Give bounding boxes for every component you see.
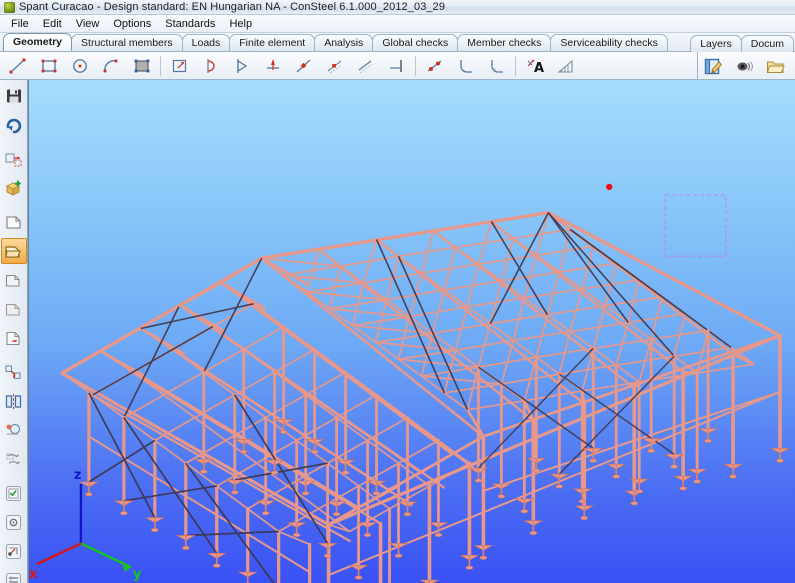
tab-member-checks[interactable]: Member checks bbox=[457, 34, 552, 51]
roof-lattice-right bbox=[261, 211, 755, 411]
tab-analysis[interactable]: Analysis bbox=[314, 34, 374, 51]
circle-tool[interactable] bbox=[65, 53, 94, 79]
mirror-half-tool[interactable] bbox=[196, 53, 225, 79]
wall-bracing-right bbox=[477, 347, 675, 475]
tab-geometry[interactable]: Geometry bbox=[3, 33, 73, 51]
3d-model-viewport[interactable]: z y x z y x 3D steel portal frame hall w… bbox=[28, 80, 795, 583]
tab-loads[interactable]: Loads bbox=[181, 34, 231, 51]
toolbar-separator-1 bbox=[160, 55, 161, 76]
view-selected-button[interactable] bbox=[0, 238, 27, 264]
dimension-tool[interactable] bbox=[551, 53, 580, 79]
undo-button[interactable] bbox=[1, 112, 27, 138]
mirror-tool[interactable] bbox=[227, 53, 256, 79]
toolbar-separator-2 bbox=[415, 55, 416, 76]
divide-tool[interactable] bbox=[420, 53, 449, 79]
trim-tool[interactable] bbox=[382, 53, 411, 79]
menu-item-view[interactable]: View bbox=[69, 17, 107, 31]
selection-rectangle bbox=[664, 194, 727, 257]
align-button[interactable] bbox=[1, 567, 27, 583]
chamfer-tool[interactable] bbox=[482, 53, 511, 79]
open-folder-icon[interactable] bbox=[761, 53, 790, 79]
check-list-button[interactable] bbox=[1, 480, 27, 506]
view-hidden-button[interactable] bbox=[1, 296, 27, 322]
dock-toolbar bbox=[697, 52, 795, 80]
rotate-tool[interactable] bbox=[258, 53, 287, 79]
menu-bar: File Edit View Options Standards Help bbox=[0, 15, 795, 33]
view-plain-button[interactable] bbox=[1, 209, 27, 235]
save-button[interactable] bbox=[1, 83, 27, 109]
left-tool-rail bbox=[0, 80, 28, 583]
menu-item-edit[interactable]: Edit bbox=[36, 17, 69, 31]
title-bar: Spant Curacao - Design standard: EN Hung… bbox=[0, 0, 795, 15]
dock-tab-strip: Layers Docum bbox=[690, 33, 795, 52]
consteel-application-window: Spant Curacao - Design standard: EN Hung… bbox=[0, 0, 795, 583]
menu-item-file[interactable]: File bbox=[4, 17, 36, 31]
svg-text:z: z bbox=[74, 468, 82, 483]
tab-global-checks[interactable]: Global checks bbox=[372, 34, 459, 51]
consteel-app-icon bbox=[4, 1, 15, 13]
svg-text:x: x bbox=[29, 567, 38, 582]
visibility-icon[interactable] bbox=[730, 53, 759, 79]
tab-serviceability-checks[interactable]: Serviceability checks bbox=[550, 34, 668, 51]
rectangle-tool[interactable] bbox=[34, 53, 63, 79]
tab-documentation[interactable]: Docum bbox=[740, 35, 794, 52]
offset-tool[interactable] bbox=[351, 53, 380, 79]
main-tab-strip: Geometry Structural members Loads Finite… bbox=[0, 33, 795, 52]
svg-text:y: y bbox=[133, 567, 142, 582]
model-render: z y x bbox=[29, 183, 790, 583]
tab-finite-element[interactable]: Finite element bbox=[229, 34, 316, 51]
text-tool[interactable]: A bbox=[520, 53, 549, 79]
tab-layers[interactable]: Layers bbox=[690, 35, 742, 52]
view-export-button[interactable] bbox=[1, 325, 27, 351]
transform-button[interactable] bbox=[1, 146, 27, 172]
roof-frame bbox=[60, 211, 782, 527]
stretch-tool[interactable] bbox=[320, 53, 349, 79]
settings-button[interactable] bbox=[1, 509, 27, 535]
new-object-button[interactable] bbox=[1, 175, 27, 201]
mirror-model-button[interactable] bbox=[1, 388, 27, 414]
selected-node-marker bbox=[606, 183, 613, 191]
workspace: z y x z y x 3D steel portal frame hall w… bbox=[0, 80, 795, 583]
window-title: Spant Curacao - Design standard: EN Hung… bbox=[19, 1, 446, 13]
menu-item-standards[interactable]: Standards bbox=[158, 17, 222, 31]
surface-tool[interactable] bbox=[127, 53, 156, 79]
fillet-tool[interactable] bbox=[451, 53, 480, 79]
node-move-button[interactable] bbox=[1, 359, 27, 385]
select-filter-button[interactable] bbox=[1, 538, 27, 564]
rotate-model-button[interactable] bbox=[1, 417, 27, 443]
arc-tool[interactable] bbox=[96, 53, 125, 79]
edit-layer-icon[interactable] bbox=[699, 53, 728, 79]
copy-model-button[interactable] bbox=[1, 446, 27, 472]
view-group-button[interactable] bbox=[1, 267, 27, 293]
move-tool[interactable] bbox=[165, 53, 194, 79]
line-tool[interactable] bbox=[3, 53, 32, 79]
drawing-toolbar: A bbox=[0, 52, 795, 80]
scale-tool[interactable] bbox=[289, 53, 318, 79]
tab-structural-members[interactable]: Structural members bbox=[71, 34, 183, 51]
menu-item-options[interactable]: Options bbox=[106, 17, 158, 31]
menu-item-help[interactable]: Help bbox=[222, 17, 259, 31]
svg-text:A: A bbox=[534, 61, 544, 75]
toolbar-separator-3 bbox=[515, 55, 516, 76]
